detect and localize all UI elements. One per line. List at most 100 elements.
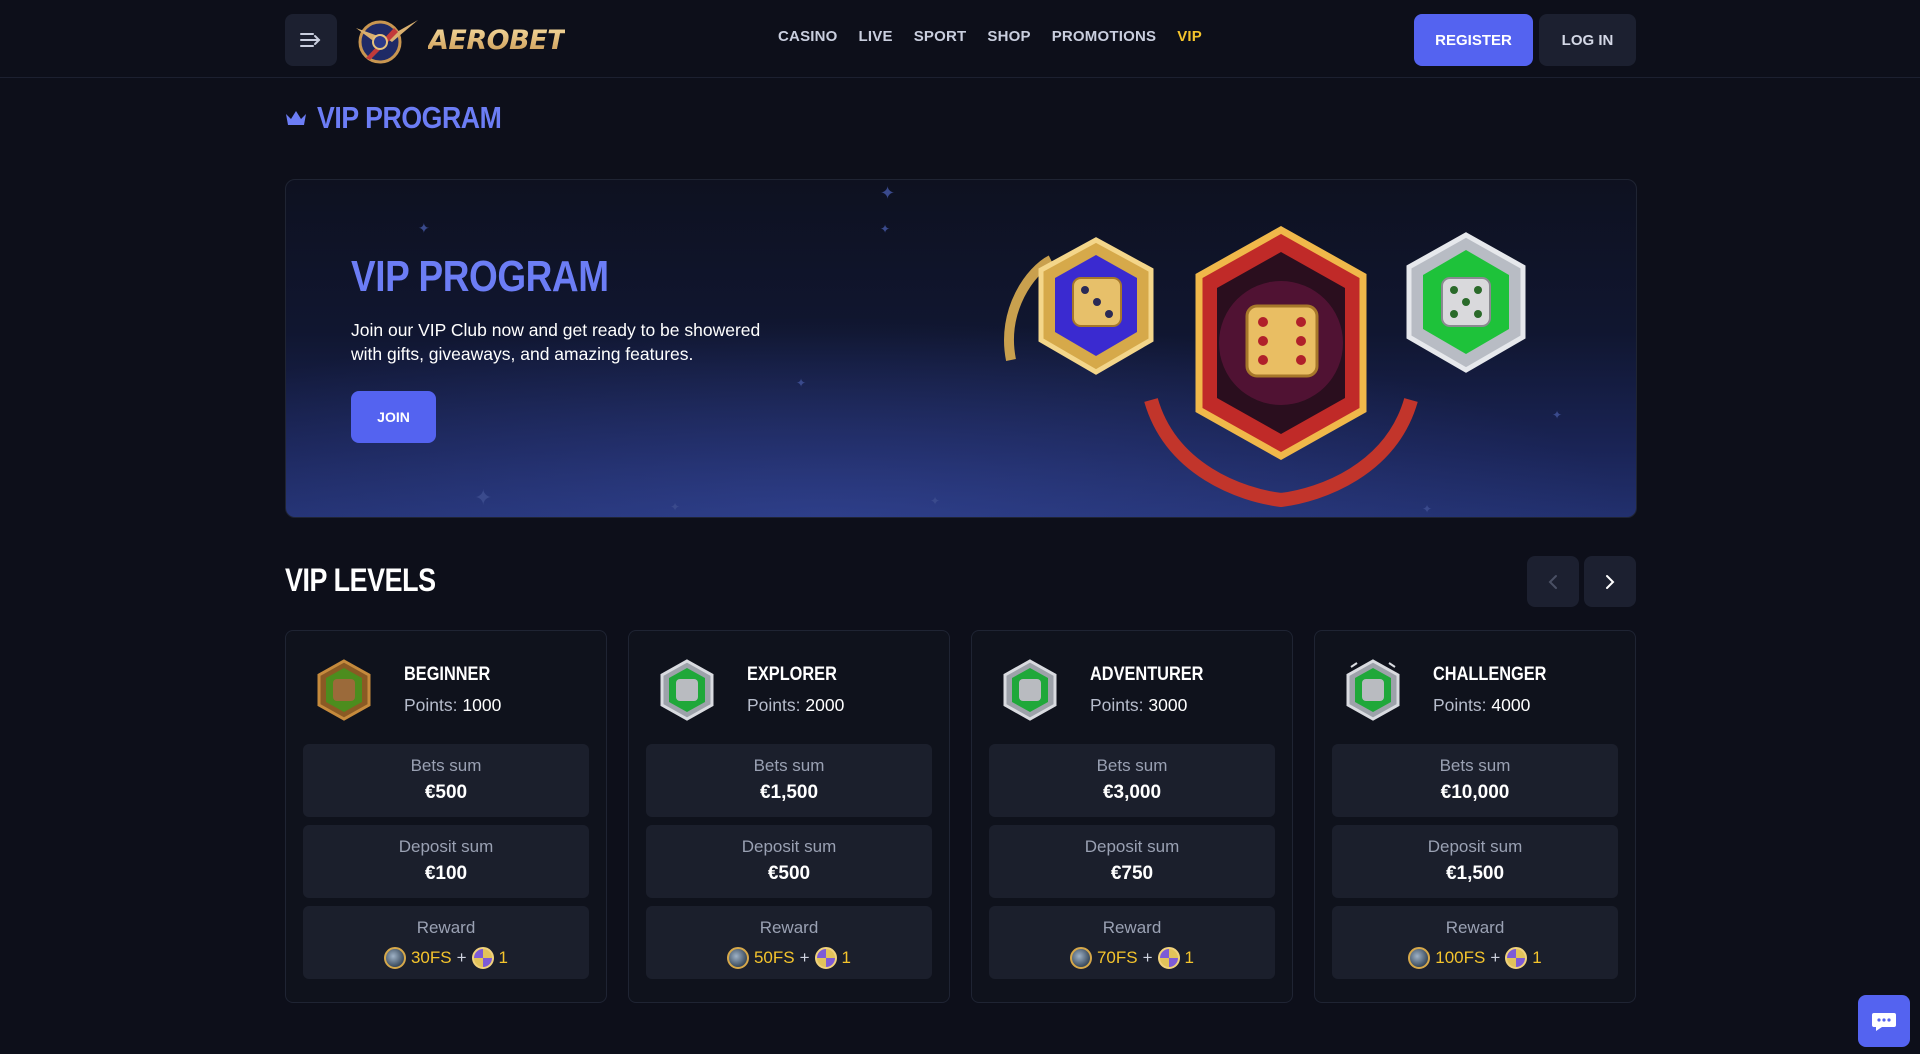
level-card-beginner[interactable]: BEGINNER Points: 1000 Bets sum €500 Depo… — [285, 630, 607, 1003]
top-header: AEROBET CASINO LIVE SPORT SHOP PROMOTION… — [0, 0, 1920, 78]
gold-badge-icon — [1004, 237, 1154, 375]
reward-label: Reward — [1445, 918, 1505, 937]
bets-sum-label: Bets sum — [1439, 756, 1511, 775]
reward-box: Reward 50FS + 1 — [646, 906, 932, 979]
reward-value: 30FS + 1 — [303, 947, 589, 969]
wheel-spin-icon — [1157, 947, 1180, 969]
level-name: ADVENTURER — [1090, 664, 1204, 685]
deposit-sum-label: Deposit sum — [1084, 837, 1180, 856]
wheel-spin-icon — [814, 947, 837, 969]
wheel-spin-icon — [1505, 947, 1528, 969]
reward-plus: + — [1142, 948, 1153, 967]
brand-logo[interactable]: AEROBET — [352, 14, 566, 66]
reward-label: Reward — [759, 918, 819, 937]
level-card-challenger[interactable]: CHALLENGER Points: 4000 Bets sum €10,000… — [1314, 630, 1636, 1003]
reward-wheel-count: 1 — [1532, 948, 1542, 967]
star-decoration: ✦ — [796, 376, 807, 390]
reward-wheel-count: 1 — [1184, 948, 1195, 967]
level-card-adventurer[interactable]: ADVENTURER Points: 3000 Bets sum €3,000 … — [971, 630, 1293, 1003]
star-decoration: ✦ — [930, 494, 941, 508]
bets-sum-label: Bets sum — [753, 756, 825, 775]
join-button[interactable]: JOIN — [351, 391, 436, 443]
reward-free-spins: 70FS — [1096, 948, 1138, 967]
reward-label: Reward — [1102, 918, 1162, 937]
nav-live[interactable]: LIVE — [859, 28, 893, 45]
deposit-sum-value: €500 — [767, 863, 811, 884]
reward-box: Reward 100FS + 1 — [1332, 906, 1618, 979]
level-name: EXPLORER — [747, 664, 837, 685]
bets-sum-value: €10,000 — [1440, 782, 1510, 803]
level-points: Points: 2000 — [747, 695, 845, 715]
vip-badges-illustration — [1004, 225, 1526, 508]
reward-free-spins: 100FS — [1435, 948, 1486, 967]
chevron-right-icon — [1606, 574, 1615, 589]
deposit-sum-label: Deposit sum — [741, 837, 837, 856]
green-level-badge-icon — [1003, 659, 1057, 721]
level-card-explorer[interactable]: EXPLORER Points: 2000 Bets sum €1,500 De… — [628, 630, 950, 1003]
bets-sum-value: €500 — [424, 782, 468, 803]
crown-icon — [286, 111, 306, 125]
nav-shop[interactable]: SHOP — [987, 28, 1030, 45]
nav-vip[interactable]: VIP — [1177, 28, 1202, 45]
register-button[interactable]: REGISTER — [1414, 14, 1533, 66]
reward-box: Reward 70FS + 1 — [989, 906, 1275, 979]
reward-label: Reward — [416, 918, 476, 937]
nav-sport[interactable]: SPORT — [914, 28, 967, 45]
reward-free-spins: 50FS — [753, 948, 795, 967]
page-title: VIP PROGRAM — [285, 100, 531, 136]
silver-badge-icon — [1406, 232, 1526, 373]
chat-support-button[interactable] — [1858, 995, 1910, 1047]
reward-wheel-count: 1 — [841, 948, 852, 967]
star-decoration: ✦ — [670, 500, 681, 514]
star-decoration: ✦ — [880, 183, 896, 203]
level-points: Points: 3000 — [1090, 695, 1188, 715]
free-spins-coin-icon — [726, 947, 749, 969]
star-decoration: ✦ — [418, 220, 430, 236]
bets-sum-box: Bets sum €10,000 — [1332, 744, 1618, 817]
reward-value: 50FS + 1 — [646, 947, 932, 969]
levels-next-button[interactable] — [1584, 556, 1636, 607]
page-title-text: VIP PROGRAM — [317, 100, 502, 135]
bets-sum-box: Bets sum €3,000 — [989, 744, 1275, 817]
reward-free-spins: 30FS — [410, 948, 452, 967]
deposit-sum-box: Deposit sum €750 — [989, 825, 1275, 898]
bets-sum-box: Bets sum €500 — [303, 744, 589, 817]
logo-text: AEROBET — [428, 24, 566, 56]
chat-support-icon — [1872, 1013, 1896, 1031]
level-name: BEGINNER — [404, 664, 491, 685]
free-spins-coin-icon — [383, 947, 406, 969]
main-nav: CASINO LIVE SPORT SHOP PROMOTIONS VIP — [778, 28, 1202, 45]
reward-wheel-count: 1 — [498, 948, 509, 967]
bronze-level-badge-icon — [317, 659, 371, 721]
level-name: CHALLENGER — [1433, 664, 1547, 685]
logo-emblem-icon — [356, 20, 418, 64]
red-badge-icon — [1144, 225, 1418, 508]
vip-levels-title: VIP LEVELS — [285, 562, 436, 598]
star-decoration: ✦ — [474, 485, 493, 510]
wheel-spin-icon — [471, 947, 494, 969]
reward-value: 100FS + 1 — [1332, 947, 1618, 969]
vip-hero-banner: ✦ ✦ ✦ ✦ ✦ ✦ ✦ ✦ ✦ VIP PROGRAM Join our V… — [285, 179, 1637, 518]
deposit-sum-value: €1,500 — [1445, 863, 1505, 884]
bets-sum-value: €3,000 — [1102, 782, 1162, 803]
login-button[interactable]: LOG IN — [1539, 14, 1636, 66]
deposit-sum-label: Deposit sum — [398, 837, 494, 856]
menu-toggle-button[interactable] — [285, 14, 337, 66]
bets-sum-label: Bets sum — [1096, 756, 1168, 775]
deposit-sum-label: Deposit sum — [1427, 837, 1523, 856]
bets-sum-value: €1,500 — [759, 782, 819, 803]
menu-toggle-icon — [300, 33, 321, 47]
level-points: Points: 4000 — [1433, 695, 1531, 715]
levels-prev-button[interactable] — [1527, 556, 1579, 607]
star-decoration: ✦ — [880, 222, 891, 236]
deposit-sum-value: €750 — [1110, 863, 1154, 884]
deposit-sum-box: Deposit sum €100 — [303, 825, 589, 898]
deposit-sum-value: €100 — [424, 863, 468, 884]
nav-casino[interactable]: CASINO — [778, 28, 838, 45]
free-spins-coin-icon — [1069, 947, 1092, 969]
reward-plus: + — [799, 948, 810, 967]
green-level-badge-icon — [660, 659, 714, 721]
reward-plus: + — [456, 948, 467, 967]
nav-promotions[interactable]: PROMOTIONS — [1052, 28, 1157, 45]
hero-description: Join our VIP Club now and get ready to b… — [351, 320, 761, 364]
